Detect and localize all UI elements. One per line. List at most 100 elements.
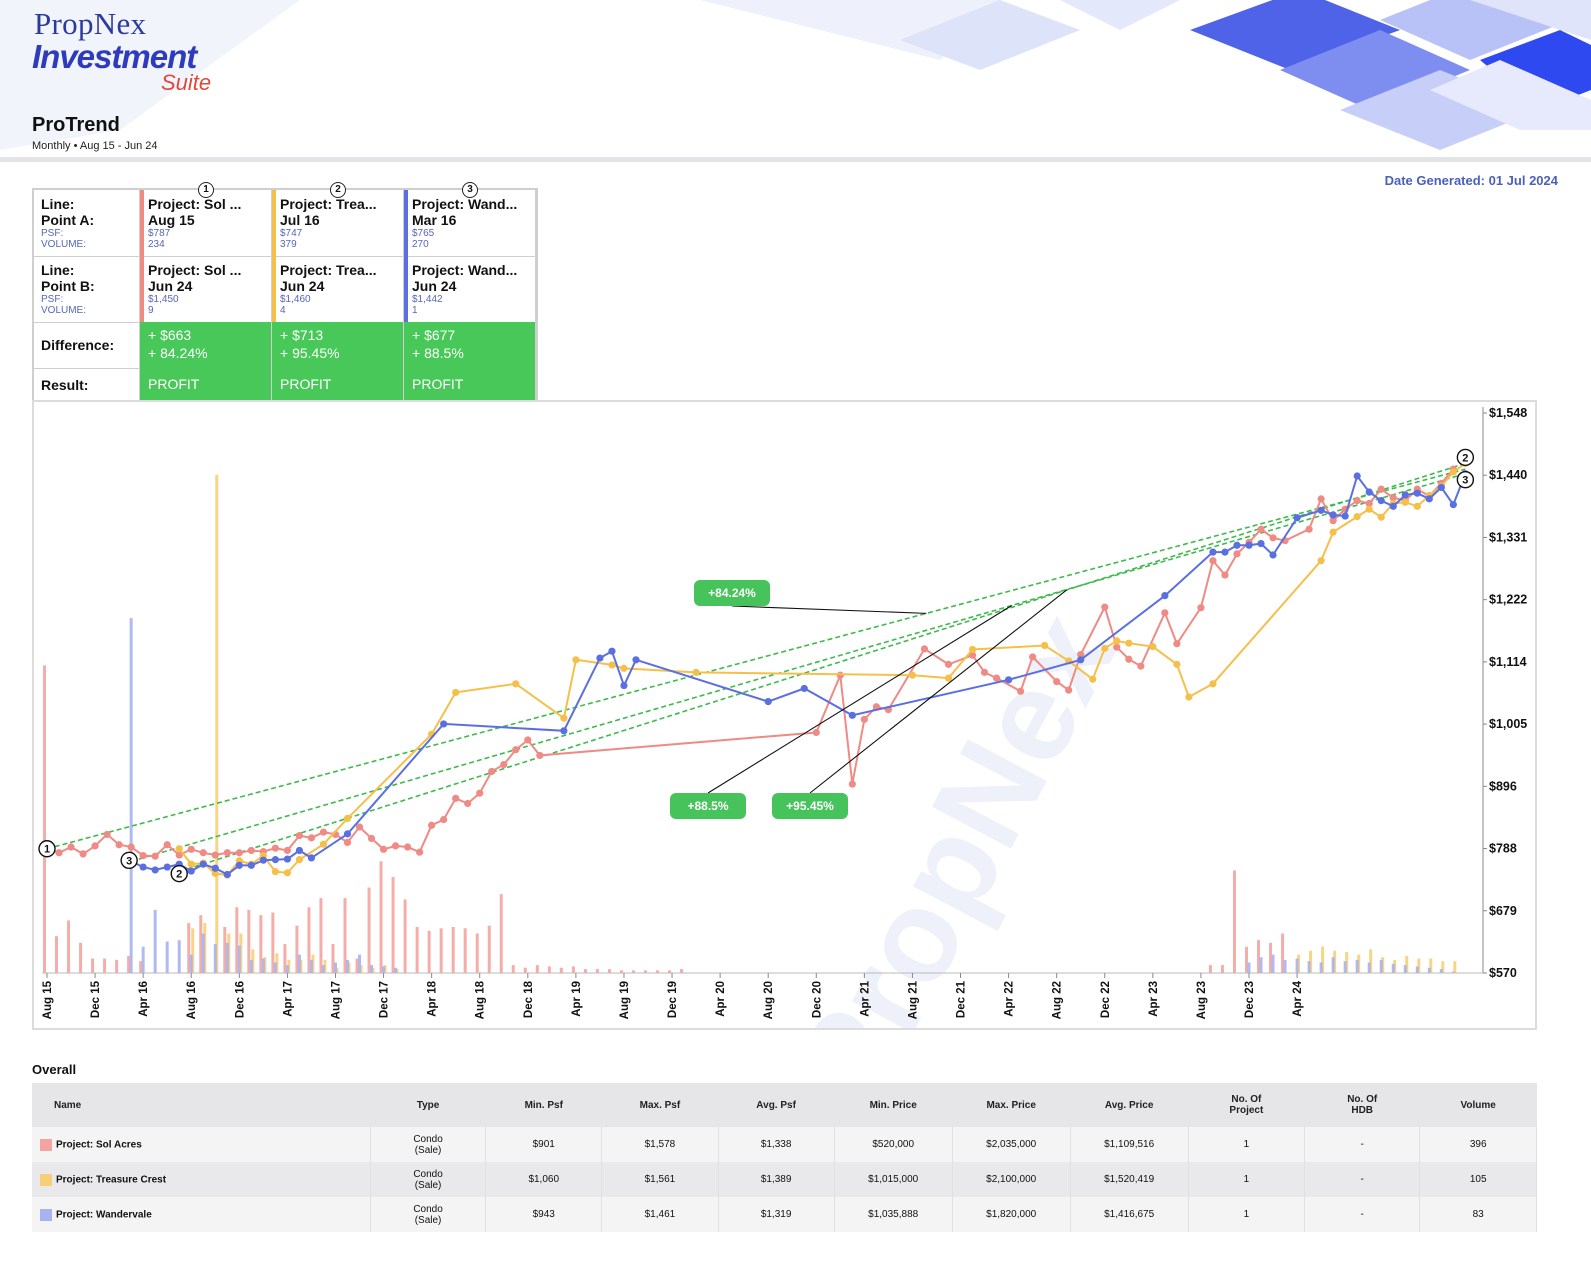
cell-volume: 396 [1419, 1127, 1537, 1162]
volume-bar-sol [511, 965, 515, 973]
overall-table: Name Type Min. Psf Max. Psf Avg. Psf Min. Pri… [32, 1083, 1537, 1232]
data-point-sol [488, 767, 496, 776]
data-point-sol [295, 831, 304, 840]
data-point-wander [1341, 512, 1349, 520]
x-tick-label: Aug 17 [330, 981, 342, 1019]
volume-bar-sol [631, 970, 635, 973]
data-point-sol [187, 845, 195, 853]
data-point-wander [343, 830, 352, 838]
data-point-wander [1317, 506, 1325, 514]
difference-percent: + 88.5% [412, 345, 464, 361]
comparison-row-diff: Difference: + $663 + 84.24% + $713 + 95.45% +… [34, 322, 536, 369]
row-label-diff: Difference: [41, 337, 115, 353]
project-name: Project: Trea... [280, 196, 377, 212]
volume-bar-wander [1427, 967, 1431, 973]
data-point-sol [1353, 497, 1361, 505]
data-point-wander [800, 684, 808, 693]
row-label-res: Result: [41, 377, 89, 393]
comparison-cell-1: PROFIT [140, 368, 272, 402]
data-point-wander [1377, 497, 1385, 505]
x-tick-label: Aug 18 [475, 980, 487, 1019]
data-point-sol [223, 849, 231, 857]
volume-bar-wander [1391, 963, 1395, 973]
volume-bar-wander [358, 954, 362, 973]
comparison-cell-3: PROFIT [404, 368, 536, 402]
data-point-sol [79, 850, 87, 858]
y-tick-label: $788 [1489, 842, 1517, 856]
data-point-treasure [1449, 468, 1457, 476]
x-tick-label: Dec 15 [90, 980, 102, 1018]
project-name: Project: Trea... [280, 262, 377, 278]
data-point-treasure [1209, 680, 1217, 688]
project-name: Project: Sol ... [148, 196, 242, 212]
volume-bar-wander [297, 954, 301, 973]
data-point-treasure [1089, 675, 1097, 683]
trend-line-1 [46, 468, 1466, 850]
volume-bar-wander [321, 965, 325, 973]
data-point-sol [247, 846, 255, 855]
volume-bar-sol [427, 930, 431, 973]
volume-bar-wander [189, 954, 193, 973]
cell-avg-price: $1,109,516 [1070, 1127, 1189, 1162]
y-tick-label: $679 [1489, 904, 1517, 918]
data-point-wander [1365, 488, 1373, 496]
data-point-wander [307, 854, 316, 862]
data-point-sol [452, 794, 460, 802]
volume-bar-wander [346, 959, 349, 973]
x-tick-label: Apr 20 [715, 981, 727, 1017]
series-color-bar [140, 190, 144, 256]
x-tick-label: Aug 16 [186, 981, 198, 1019]
volume-bar-wander [394, 967, 398, 973]
data-point-sol [91, 842, 99, 850]
line-marker-label: 1 [44, 844, 50, 856]
volume-bar-sol [463, 928, 467, 973]
volume-bar-wander [370, 965, 374, 973]
cell-hdb: - [1304, 1162, 1421, 1197]
data-point-sol [440, 815, 448, 824]
volume-bar-wander [1367, 962, 1371, 973]
data-point-treasure [620, 664, 628, 672]
cell-type: Condo (Sale) [370, 1162, 487, 1197]
point-date: Jul 16 [280, 212, 320, 228]
overall-title: Overall [32, 1062, 77, 1077]
data-point-treasure [1353, 513, 1361, 521]
data-point-sol [476, 789, 484, 797]
cell-avg-psf: $1,389 [718, 1162, 835, 1197]
volume-bar-sol [1220, 965, 1224, 973]
line-marker-label: 2 [176, 869, 182, 881]
volume-bar-sol [571, 966, 575, 973]
data-point-wander [1329, 511, 1337, 519]
point-psf: $787 [148, 228, 171, 239]
data-point-sol [103, 830, 111, 839]
comparison-table: Line: Point A: PSF: VOLUME: 1 Project: Sol ..… [32, 182, 538, 402]
volume-bar-sol [367, 887, 371, 973]
row-label-psf: PSF: [41, 228, 64, 239]
data-point-sol [1221, 571, 1229, 579]
row-label-line: Line: [41, 196, 75, 212]
volume-bar-sol [595, 969, 599, 973]
comparison-cell-2: PROFIT [272, 368, 404, 402]
x-tick-label: Dec 17 [379, 981, 391, 1018]
x-tick-label: Dec 22 [1100, 981, 1112, 1018]
data-point-wander [764, 697, 772, 706]
x-tick-label: Dec 16 [234, 981, 246, 1018]
line-marker-label: 2 [1462, 452, 1468, 464]
data-point-sol [1125, 655, 1133, 663]
volume-bar-sol [547, 966, 551, 973]
data-point-wander [139, 863, 147, 871]
point-volume: 270 [412, 239, 429, 250]
data-point-wander [1221, 548, 1229, 556]
line-marker-label: 3 [1462, 475, 1468, 487]
page-header: PropNex Investment Suite ProTrend Monthl… [0, 0, 1591, 158]
volume-bar-wander [1355, 959, 1359, 973]
data-point-sol [1317, 495, 1325, 503]
data-point-sol [139, 852, 147, 860]
column-header: No. Of HDB [1304, 1083, 1420, 1127]
volume-bar-treasure [1453, 961, 1457, 973]
x-tick-label: Aug 22 [1052, 981, 1064, 1019]
series-color-bar [404, 190, 408, 256]
cell-max-psf: $1,461 [601, 1197, 719, 1232]
point-volume: 9 [148, 305, 154, 316]
volume-bar-sol [607, 969, 611, 973]
data-point-sol [163, 841, 171, 849]
